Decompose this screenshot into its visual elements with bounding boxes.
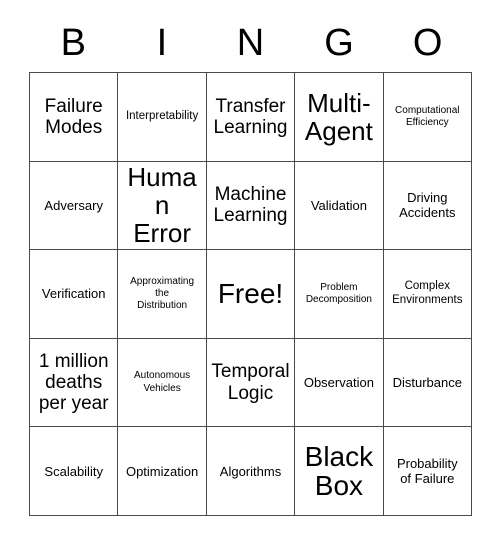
bingo-header-letter: G bbox=[324, 22, 354, 64]
bingo-cell[interactable]: Transfer Learning bbox=[206, 73, 296, 162]
bingo-cell-label: Problem Decomposition bbox=[305, 281, 372, 305]
bingo-grid: Failure Modes Interpretability Transfer Le… bbox=[29, 72, 472, 516]
bingo-cell-label: Approximating the Distribution bbox=[130, 275, 195, 312]
bingo-cell[interactable]: Driving Accidents bbox=[383, 161, 472, 251]
bingo-header-letter: I bbox=[156, 22, 168, 64]
bingo-cell[interactable]: Algorithms bbox=[206, 427, 296, 516]
bingo-cell[interactable]: Disturbance bbox=[383, 338, 472, 428]
bingo-cell[interactable]: Approximating the Distribution bbox=[118, 250, 207, 339]
bingo-cell[interactable]: Complex Environments bbox=[383, 250, 472, 339]
bingo-cell[interactable]: Autonomous Vehicles bbox=[118, 338, 207, 428]
bingo-cell[interactable]: Black Box bbox=[295, 427, 384, 516]
bingo-cell[interactable]: 1 million deaths per year bbox=[30, 338, 119, 428]
bingo-cell-label: 1 million deaths per year bbox=[38, 350, 109, 415]
bingo-cell[interactable]: Validation bbox=[295, 161, 384, 251]
bingo-cell-label: Observation bbox=[303, 374, 374, 390]
bingo-cell[interactable]: Scalability bbox=[30, 427, 119, 516]
bingo-cell[interactable]: Interpretability bbox=[118, 73, 207, 162]
bingo-cell-label: Disturbance bbox=[392, 374, 462, 390]
bingo-header-letter: N bbox=[236, 22, 265, 64]
bingo-cell[interactable]: Problem Decomposition bbox=[295, 250, 384, 339]
bingo-cell-label: Validation bbox=[310, 197, 367, 213]
bingo-cell[interactable]: Adversary bbox=[30, 161, 119, 251]
bingo-cell[interactable]: Optimization bbox=[118, 427, 207, 516]
bingo-cell[interactable]: Machine Learning bbox=[206, 161, 296, 251]
bingo-cell[interactable]: Multi- Agent bbox=[295, 73, 384, 162]
bingo-header-row: BINGO bbox=[29, 14, 472, 72]
bingo-cell-label: Failure Modes bbox=[44, 95, 103, 138]
bingo-cell-label: Black Box bbox=[304, 440, 374, 502]
bingo-cell[interactable]: Human Error bbox=[118, 161, 207, 251]
bingo-cell-label: Algorithms bbox=[219, 463, 282, 479]
bingo-cell[interactable]: Computational Efficiency bbox=[383, 73, 472, 162]
bingo-cell-label: Optimization bbox=[125, 463, 199, 479]
bingo-cell-label: Temporal Logic bbox=[211, 361, 290, 404]
bingo-cell-label: Transfer Learning bbox=[213, 95, 288, 138]
bingo-cell-label: Scalability bbox=[44, 463, 103, 479]
bingo-cell-label: Multi- Agent bbox=[304, 87, 373, 146]
bingo-cell-label: Probability of Failure bbox=[396, 455, 458, 487]
bingo-free-space[interactable]: Free! bbox=[206, 250, 296, 339]
bingo-cell[interactable]: Probability of Failure bbox=[383, 427, 472, 516]
bingo-cell-label: Free! bbox=[217, 278, 284, 310]
bingo-cell-label: Interpretability bbox=[125, 109, 199, 122]
bingo-cell[interactable]: Temporal Logic bbox=[206, 338, 296, 428]
bingo-header-letter: B bbox=[60, 22, 86, 64]
bingo-header-letter: O bbox=[412, 22, 443, 64]
bingo-cell-label: Adversary bbox=[44, 197, 103, 213]
bingo-cell[interactable]: Observation bbox=[295, 338, 384, 428]
bingo-cell-label: Human Error bbox=[127, 162, 197, 249]
bingo-cell-label: Computational Efficiency bbox=[395, 104, 460, 128]
bingo-cell-label: Verification bbox=[41, 286, 106, 302]
bingo-cell-label: Driving Accidents bbox=[399, 190, 456, 221]
bingo-cell-label: Complex Environments bbox=[392, 280, 463, 306]
bingo-cell-label: Machine Learning bbox=[213, 184, 288, 227]
bingo-cell-label: Autonomous Vehicles bbox=[134, 370, 191, 394]
bingo-cell[interactable]: Failure Modes bbox=[30, 73, 119, 162]
bingo-cell[interactable]: Verification bbox=[30, 250, 119, 339]
bingo-card: B I N G O Failure Modes Interpretability Trans… bbox=[0, 0, 500, 544]
